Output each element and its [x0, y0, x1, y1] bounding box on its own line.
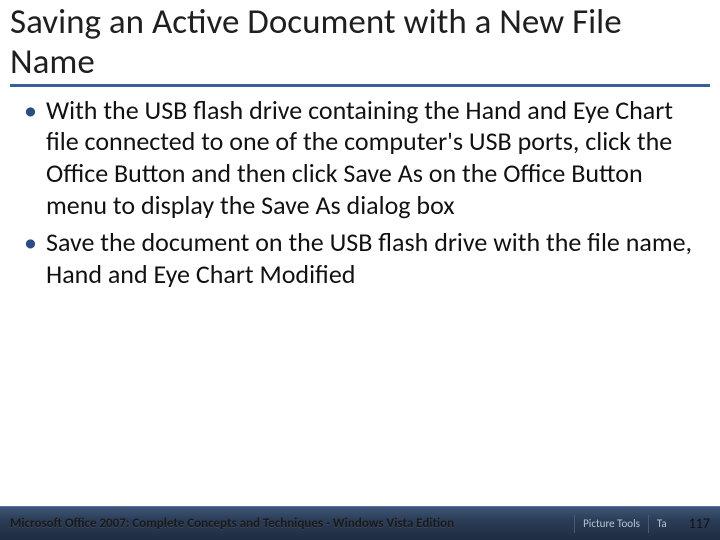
bullet-text: With the USB flash drive containing the …	[46, 94, 673, 221]
footer-segment-tab: Ta	[648, 515, 675, 533]
title-block: Saving an Active Document with a New Fil…	[0, 0, 720, 87]
slide-title: Saving an Active Document with a New Fil…	[10, 2, 710, 87]
body-block: With the USB flash drive containing the …	[0, 87, 720, 291]
footer-segment-picture-tools: Picture Tools	[574, 515, 648, 533]
bullet-item: With the USB flash drive containing the …	[24, 95, 696, 222]
footer-bar: Microsoft Office 2007: Complete Concepts…	[0, 506, 720, 540]
slide: Saving an Active Document with a New Fil…	[0, 0, 720, 540]
page-number: 117	[675, 515, 710, 532]
bullet-item: Save the document on the USB flash drive…	[24, 227, 696, 290]
footer-text: Microsoft Office 2007: Complete Concepts…	[10, 516, 574, 531]
bullet-list: With the USB flash drive containing the …	[24, 95, 696, 291]
bullet-text: Save the document on the USB flash drive…	[46, 226, 692, 290]
